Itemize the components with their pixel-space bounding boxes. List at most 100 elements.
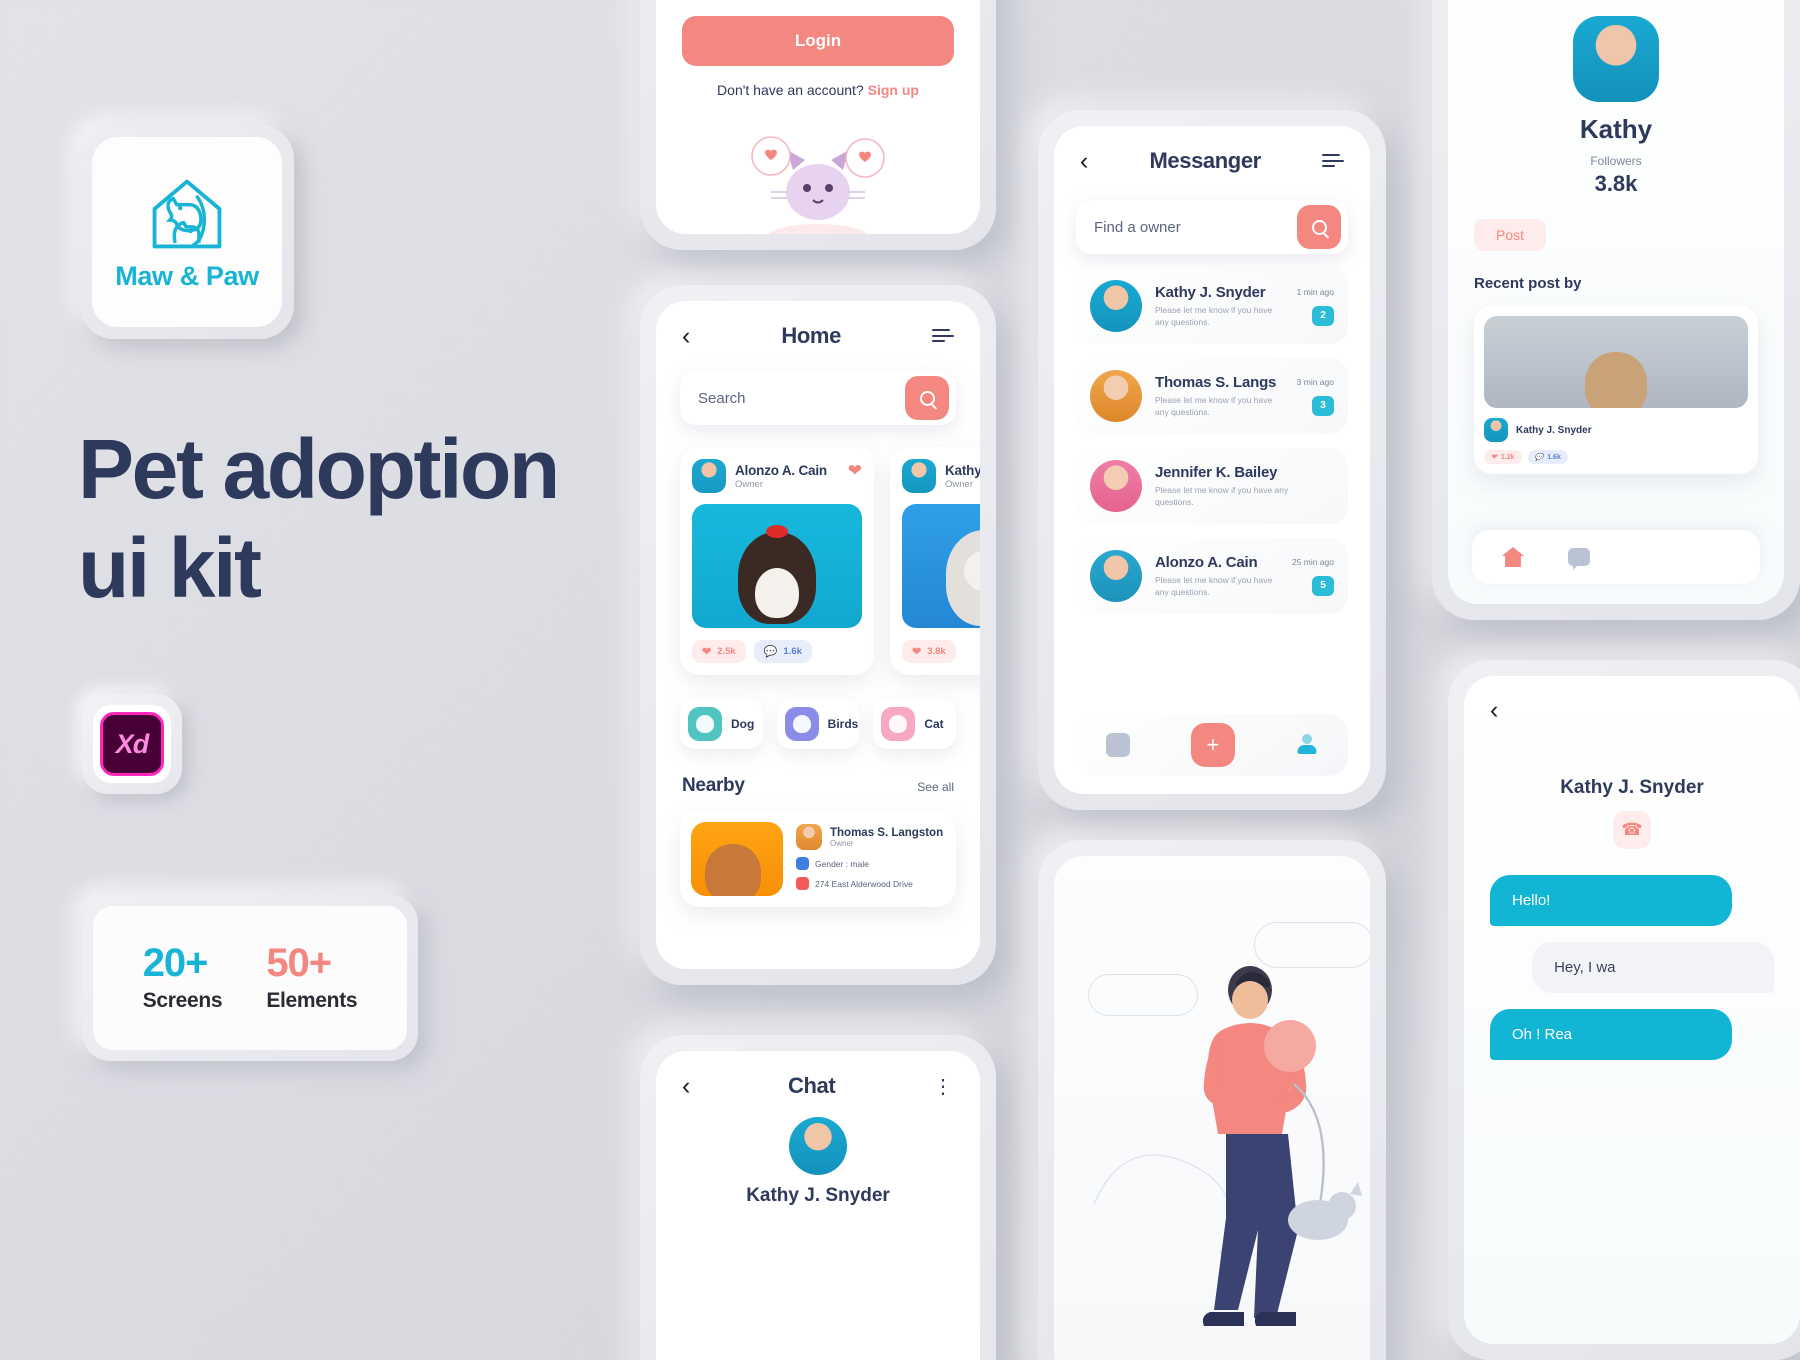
tab-post[interactable]: Post — [1474, 219, 1546, 251]
followers-label: Followers — [1590, 154, 1642, 168]
unread-badge: 2 — [1312, 305, 1334, 326]
like-chip[interactable]: ❤ 3.8k — [902, 640, 956, 663]
list-item[interactable]: Thomas S. Langs Please let me know if yo… — [1076, 358, 1348, 434]
list-item[interactable]: Kathy J. Snyder Please let me know if yo… — [1076, 268, 1348, 344]
profile-name: Kathy — [1579, 114, 1653, 144]
conversation-name: Thomas S. Langs — [1155, 373, 1277, 391]
pet-card-role: Owner — [945, 478, 973, 490]
signup-link[interactable]: Sign up — [868, 82, 919, 98]
chat-detail-frame: ‹ Kathy J. Snyder ☎ Hello! Hey, I wa Oh … — [1448, 660, 1800, 1360]
like-count: 2.5k — [717, 646, 736, 657]
avatar — [1090, 370, 1142, 422]
chevron-left-icon[interactable]: ‹ — [682, 1073, 690, 1099]
filter-lines-icon[interactable] — [931, 329, 954, 343]
pet-card-role: Owner — [735, 478, 763, 490]
comment-chip[interactable]: 💬 1.6k — [753, 640, 812, 663]
stats-card: 20+ Screens 50+ Elements — [82, 895, 418, 1061]
search-button[interactable] — [1297, 205, 1341, 249]
nearby-address: 274 East Alderwood Drive — [796, 877, 945, 890]
favorite-icon[interactable]: ❤ — [848, 461, 862, 481]
login-screen-frame: Login Don't have an account? Sign up — [640, 0, 996, 250]
avatar — [1484, 418, 1508, 442]
pet-card-list: Alonzo A. Cain Owner ❤ ❤ 2.5k 💬 1.6k Kat… — [656, 425, 980, 675]
adobe-xd-icon: Xd — [100, 712, 164, 776]
stat-elements: 50+ Elements — [266, 943, 357, 1013]
conversation-preview: Please let me know if you have any quest… — [1155, 484, 1289, 507]
logo-card: Maw & Paw — [80, 125, 294, 339]
post-photo — [1484, 316, 1748, 408]
pet-card[interactable]: Kathy J. Snyder Owner ❤ 3.8k — [890, 447, 980, 675]
profile-icon[interactable] — [1296, 734, 1318, 756]
walker-illustration — [1054, 856, 1370, 1360]
nearby-header: Nearby See all — [656, 749, 980, 797]
category-label: Birds — [827, 717, 859, 731]
dog-icon — [688, 707, 722, 741]
search-button[interactable] — [905, 376, 949, 420]
bottom-tabbar: + — [1076, 714, 1348, 776]
chat-icon[interactable] — [1568, 548, 1590, 566]
feed-icon[interactable] — [1106, 733, 1131, 757]
category-dog[interactable]: Dog — [680, 699, 763, 749]
heart-icon: ❤ — [702, 646, 712, 658]
category-list: Dog Birds Cat — [656, 675, 980, 749]
post-owner: Kathy J. Snyder — [1516, 424, 1592, 436]
list-item[interactable]: Jennifer K. Bailey Please let me know if… — [1076, 448, 1348, 524]
like-chip[interactable]: ❤ 1.2k — [1484, 450, 1522, 464]
avatar — [1090, 280, 1142, 332]
pet-photo — [691, 822, 783, 896]
search-input[interactable]: Search — [680, 371, 956, 425]
profile-screen-frame: Kathy Followers 3.8k Post Recent post by… — [1432, 0, 1800, 620]
pet-card[interactable]: Alonzo A. Cain Owner ❤ ❤ 2.5k 💬 1.6k — [680, 447, 874, 675]
avatar — [1090, 460, 1142, 512]
message-bubble-me: Oh ! Rea — [1490, 1009, 1732, 1060]
avatar — [796, 824, 822, 850]
chevron-left-icon[interactable]: ‹ — [1490, 698, 1498, 723]
cat-illustration — [656, 126, 980, 234]
bird-icon — [784, 707, 819, 741]
nearby-card[interactable]: Thomas S. Langston Owner Gender : male 2… — [680, 811, 956, 907]
phone-icon[interactable]: ☎ — [1613, 811, 1651, 849]
conversation-name: Kathy J. Snyder — [1155, 283, 1266, 301]
search-input[interactable]: Find a owner — [1076, 200, 1348, 254]
signup-prompt-text: Don't have an account? — [717, 82, 864, 98]
message-bubble-them: Hey, I wa — [1532, 942, 1774, 993]
messenger-screen-frame: ‹ Messanger Find a owner Kathy J. Snyder… — [1038, 110, 1386, 810]
filter-lines-icon[interactable] — [1321, 154, 1344, 168]
like-chip[interactable]: ❤ 2.5k — [692, 640, 746, 663]
add-icon[interactable]: + — [1190, 723, 1235, 767]
comment-icon: 💬 — [763, 646, 778, 658]
home-screen-frame: ‹ Home Search Alonzo A. Cain Owner ❤ ❤ 2… — [640, 285, 996, 985]
comment-count: 1.6k — [1547, 453, 1561, 461]
page-title: Chat — [788, 1073, 836, 1098]
adobe-xd-badge: Xd — [82, 694, 182, 794]
stat-elements-label: Elements — [266, 989, 358, 1012]
cat-icon — [881, 707, 916, 741]
pet-photo — [692, 504, 862, 628]
nearby-role: Owner — [830, 838, 854, 848]
unread-badge: 5 — [1312, 575, 1334, 596]
chat-contact-name: Kathy J. Snyder — [746, 1185, 890, 1206]
login-button[interactable]: Login — [682, 16, 954, 66]
unread-badge: 3 — [1312, 395, 1334, 416]
avatar — [1090, 550, 1142, 602]
stat-elements-number: 50+ — [266, 941, 332, 985]
category-birds[interactable]: Birds — [776, 699, 860, 749]
post-card[interactable]: Kathy J. Snyder ❤ 1.2k 💬 1.6k — [1474, 306, 1758, 474]
chevron-left-icon[interactable]: ‹ — [1080, 148, 1088, 174]
followers-count: 3.8k — [1594, 171, 1638, 196]
see-all-link[interactable]: See all — [917, 780, 954, 794]
pet-card-owner: Alonzo A. Cain — [735, 462, 827, 478]
magnifier-icon — [1311, 219, 1327, 235]
home-icon[interactable] — [1502, 547, 1524, 567]
nearby-owner: Thomas S. Langston — [830, 826, 944, 839]
gender-icon — [796, 857, 809, 870]
list-item[interactable]: Alonzo A. Cain Please let me know if you… — [1076, 538, 1348, 614]
chevron-left-icon[interactable]: ‹ — [682, 323, 690, 349]
stat-screens-label: Screens — [142, 989, 223, 1012]
more-vertical-icon[interactable]: ⋮ — [933, 1074, 954, 1099]
category-label: Cat — [924, 717, 944, 731]
nearby-title: Nearby — [682, 775, 745, 796]
comment-chip[interactable]: 💬 1.6k — [1527, 450, 1568, 464]
search-placeholder: Search — [698, 389, 746, 407]
category-cat[interactable]: Cat — [873, 699, 957, 749]
